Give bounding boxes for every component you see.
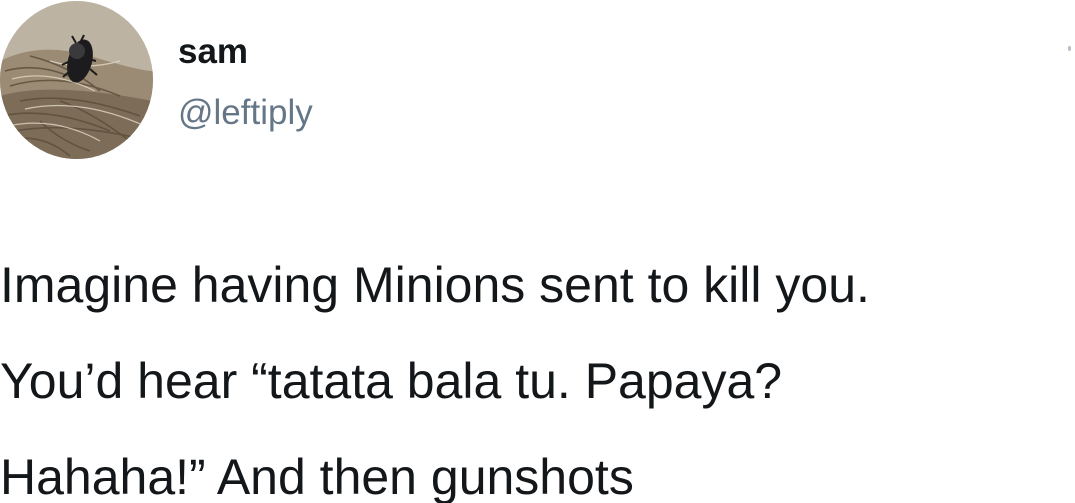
tweet-text-line: Hahaha!” And then gunshots — [0, 449, 634, 503]
more-options-icon[interactable] — [1068, 46, 1071, 51]
avatar[interactable] — [0, 1, 153, 159]
tweet-card: sam @leftiply Imagine having Minions sen… — [0, 0, 1075, 503]
display-name[interactable]: sam — [178, 34, 248, 69]
tweet-body: Imagine having Minions sent to kill you.… — [0, 237, 1075, 503]
tweet-text-line: You’d hear “tatata bala tu. Papaya? — [0, 353, 783, 409]
user-handle[interactable]: @leftiply — [178, 95, 313, 130]
tweet-text-line: Imagine having Minions sent to kill you. — [0, 257, 870, 313]
beetle-on-straw-icon — [0, 1, 153, 159]
